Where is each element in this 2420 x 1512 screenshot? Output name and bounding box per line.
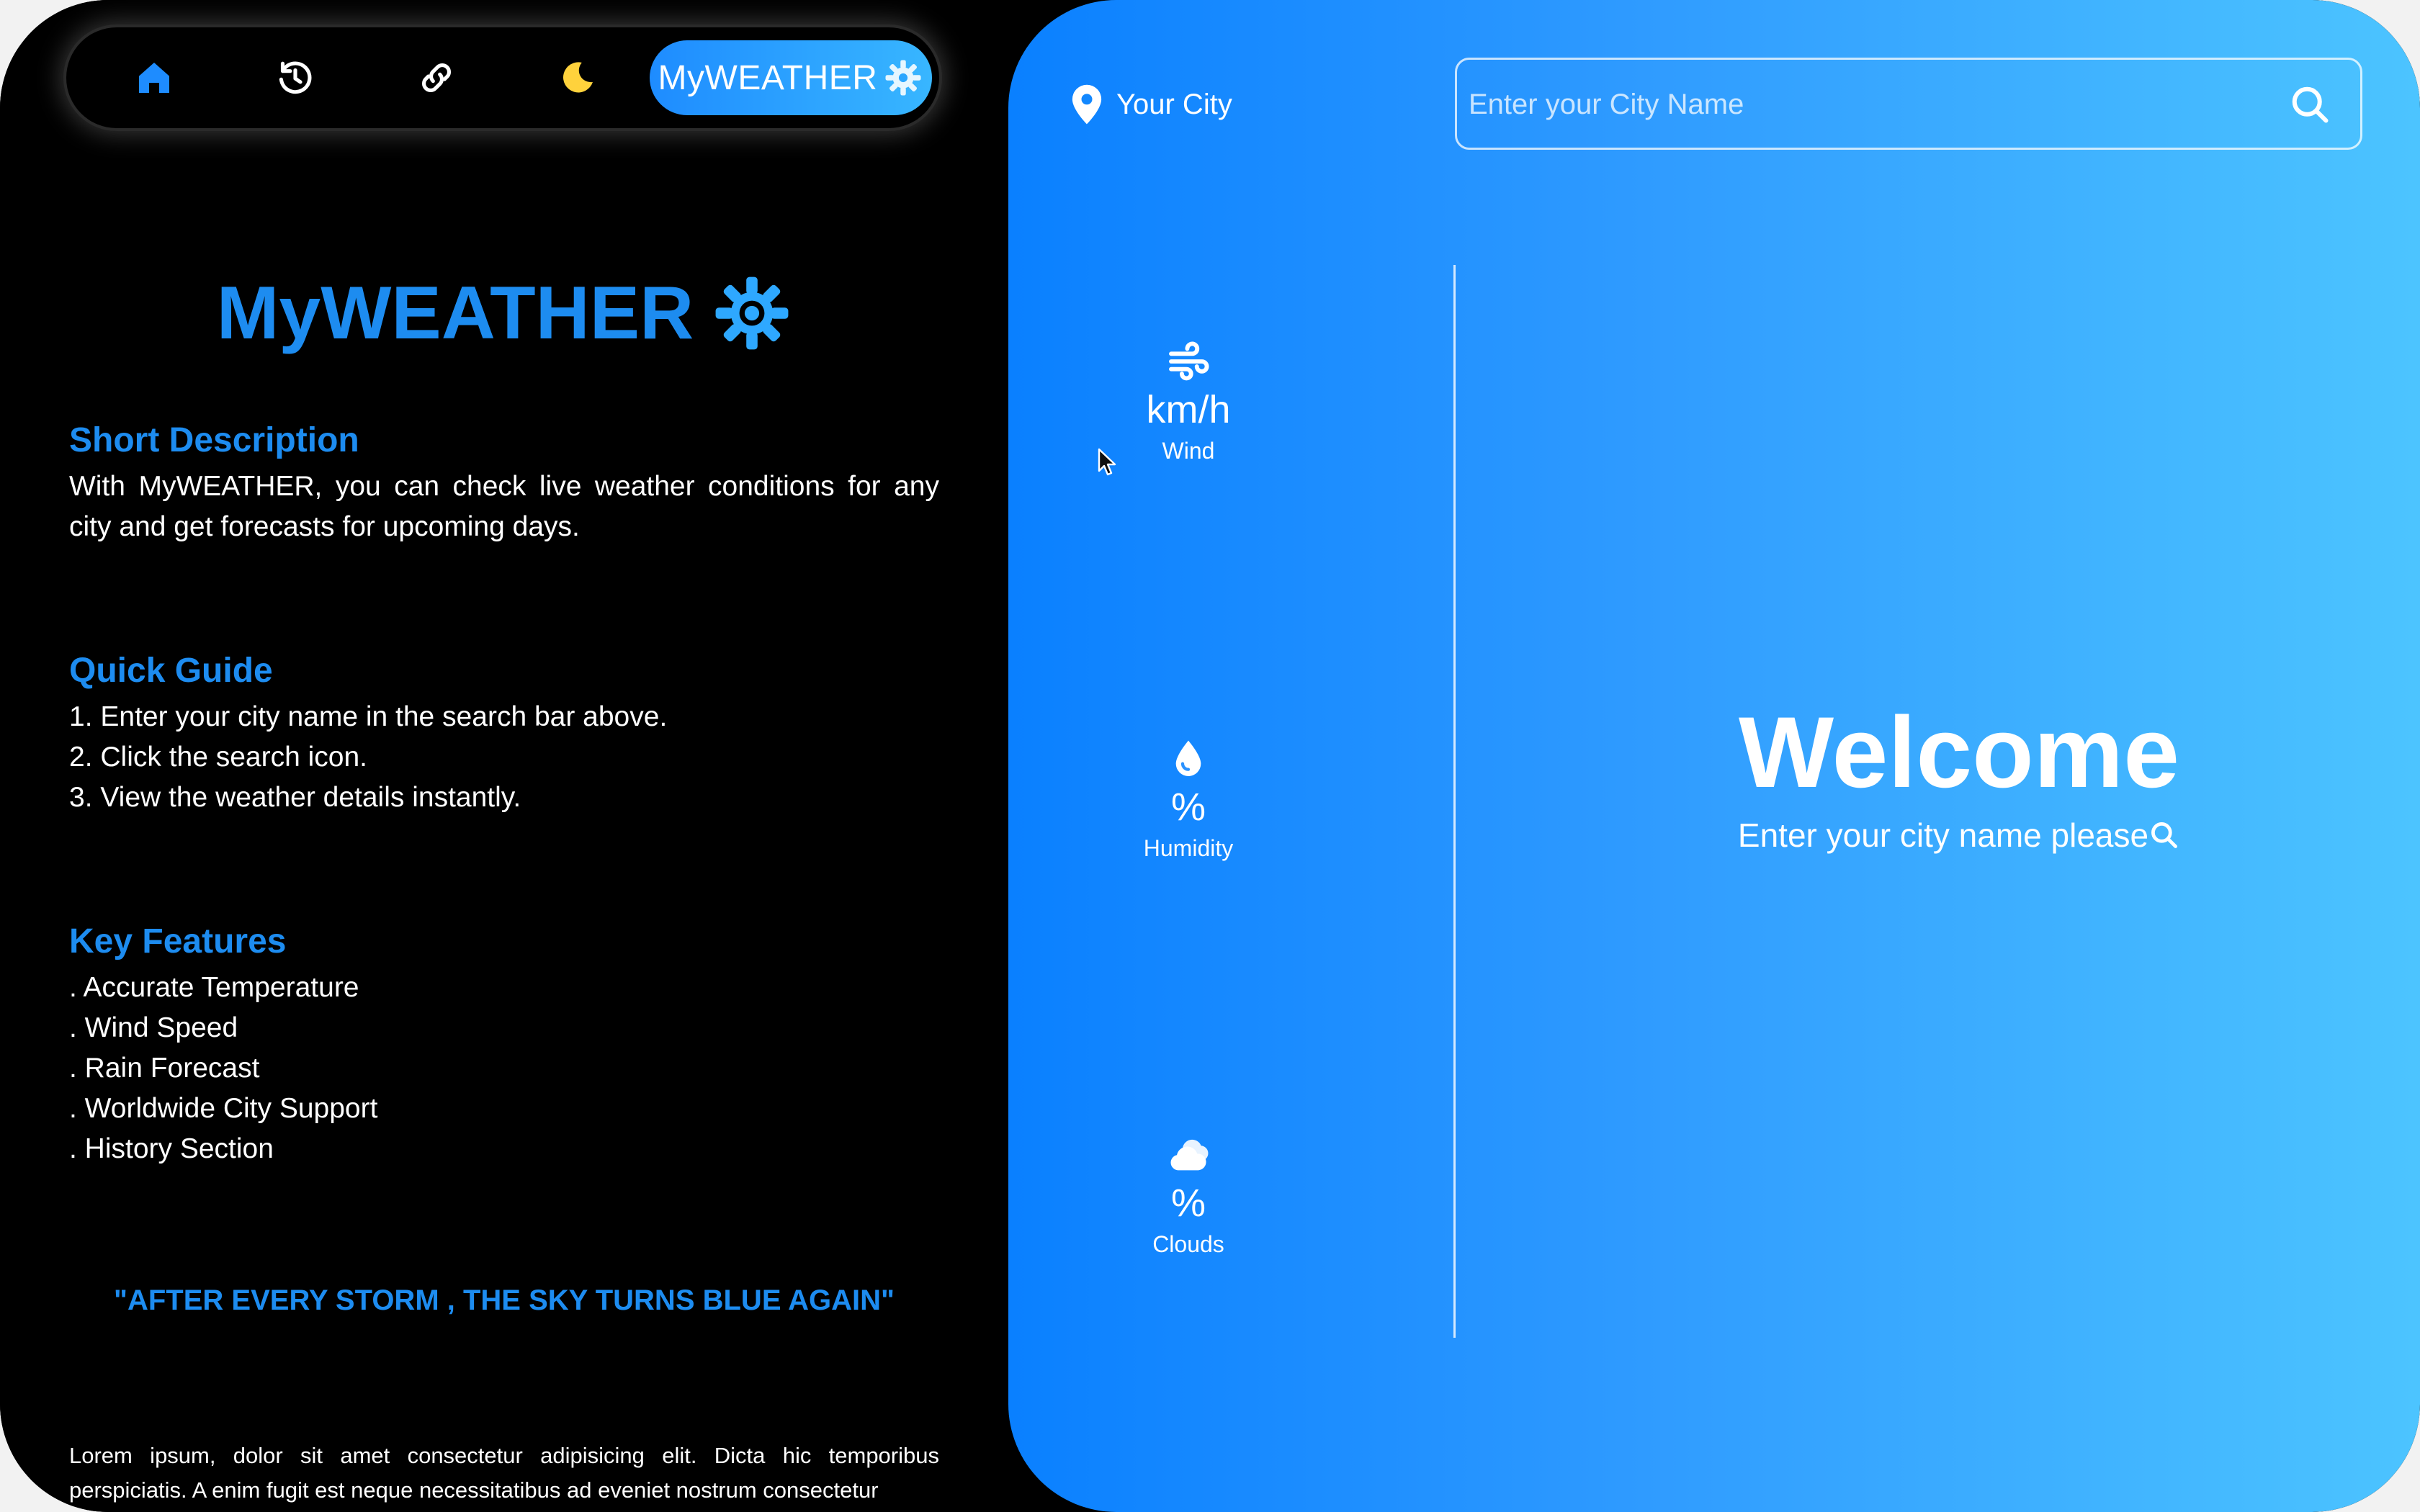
location-text: Your City xyxy=(1116,88,1232,120)
history-icon xyxy=(279,61,312,94)
wind-label: Wind xyxy=(1162,438,1215,464)
mouse-cursor-icon xyxy=(1098,448,1116,476)
link-icon xyxy=(422,63,451,92)
key-features-heading: Key Features xyxy=(69,922,287,960)
wind-stat: km/h Wind xyxy=(1116,338,1260,467)
list-item: . Wind Speed xyxy=(69,1012,238,1043)
nav-brand-button[interactable]: MyWEATHER xyxy=(650,40,932,115)
top-navbar: MyWEATHER xyxy=(66,27,939,128)
wind-icon xyxy=(1169,341,1209,381)
cloud-icon xyxy=(1170,1139,1209,1171)
humidity-stat: % Humidity xyxy=(1116,736,1260,864)
clouds-label: Clouds xyxy=(1152,1231,1224,1257)
clouds-value: % xyxy=(1170,1182,1206,1225)
wind-value: km/h xyxy=(1146,388,1231,431)
welcome-subtitle-text: Enter your city name please xyxy=(1737,816,2149,854)
humidity-value: % xyxy=(1170,786,1206,829)
list-item: 2. Click the search icon. xyxy=(69,742,368,773)
list-item: 1. Enter your city name in the search ba… xyxy=(69,701,668,732)
nav-history-button[interactable] xyxy=(266,49,324,107)
search-bar xyxy=(1455,58,2362,150)
nav-brand-label: MyWEATHER xyxy=(658,58,878,97)
vertical-divider xyxy=(1453,265,1456,1338)
droplet-icon xyxy=(1175,740,1201,776)
list-item: . Rain Forecast xyxy=(69,1053,260,1084)
list-item: 3. View the weather details instantly. xyxy=(69,782,521,813)
short-description-heading: Short Description xyxy=(69,421,359,459)
home-icon xyxy=(139,63,169,93)
list-item: . Worldwide City Support xyxy=(69,1093,378,1124)
gear-icon xyxy=(715,276,789,350)
lorem-paragraph: Lorem ipsum, dolor sit amet consectetur … xyxy=(69,1443,939,1503)
quick-guide-list: 1. Enter your city name in the search ba… xyxy=(69,697,939,818)
nav-theme-toggle[interactable] xyxy=(549,49,606,107)
short-description-text: With MyWEATHER, you can check live weath… xyxy=(69,471,939,542)
welcome-title: Welcome xyxy=(1738,696,2180,809)
quick-guide-heading: Quick Guide xyxy=(69,652,273,690)
location-pin-icon xyxy=(1072,84,1102,125)
brand-title-text: MyWEATHER xyxy=(216,271,694,355)
search-icon xyxy=(2151,822,2178,848)
welcome-message: Welcome Enter your city name please xyxy=(1685,691,2233,857)
location-label: Your City xyxy=(1070,81,1232,128)
welcome-subtitle: Enter your city name please xyxy=(1685,814,2233,857)
list-item: . Accurate Temperature xyxy=(69,972,359,1003)
brand-title: MyWEATHER xyxy=(0,266,1008,360)
city-search-input[interactable] xyxy=(1469,74,2246,135)
info-panel: MyWEATHER MyWEATHER Short Description Wi… xyxy=(0,0,1008,1512)
humidity-label: Humidity xyxy=(1143,835,1234,861)
search-icon[interactable] xyxy=(2288,83,2331,126)
moon-icon xyxy=(563,62,593,93)
nav-link-button[interactable] xyxy=(408,49,465,107)
quote-text: "AFTER EVERY STORM , THE SKY TURNS BLUE … xyxy=(114,1284,895,1316)
key-features-list: . Accurate Temperature . Wind Speed . Ra… xyxy=(69,968,939,1169)
nav-home-button[interactable] xyxy=(125,49,183,107)
app-window: MyWEATHER MyWEATHER Short Description Wi… xyxy=(0,0,2420,1512)
gear-icon xyxy=(885,60,921,96)
clouds-stat: % Clouds xyxy=(1116,1132,1260,1260)
weather-panel: Your City km/h Wind % xyxy=(1008,0,2420,1512)
list-item: . History Section xyxy=(69,1133,274,1164)
